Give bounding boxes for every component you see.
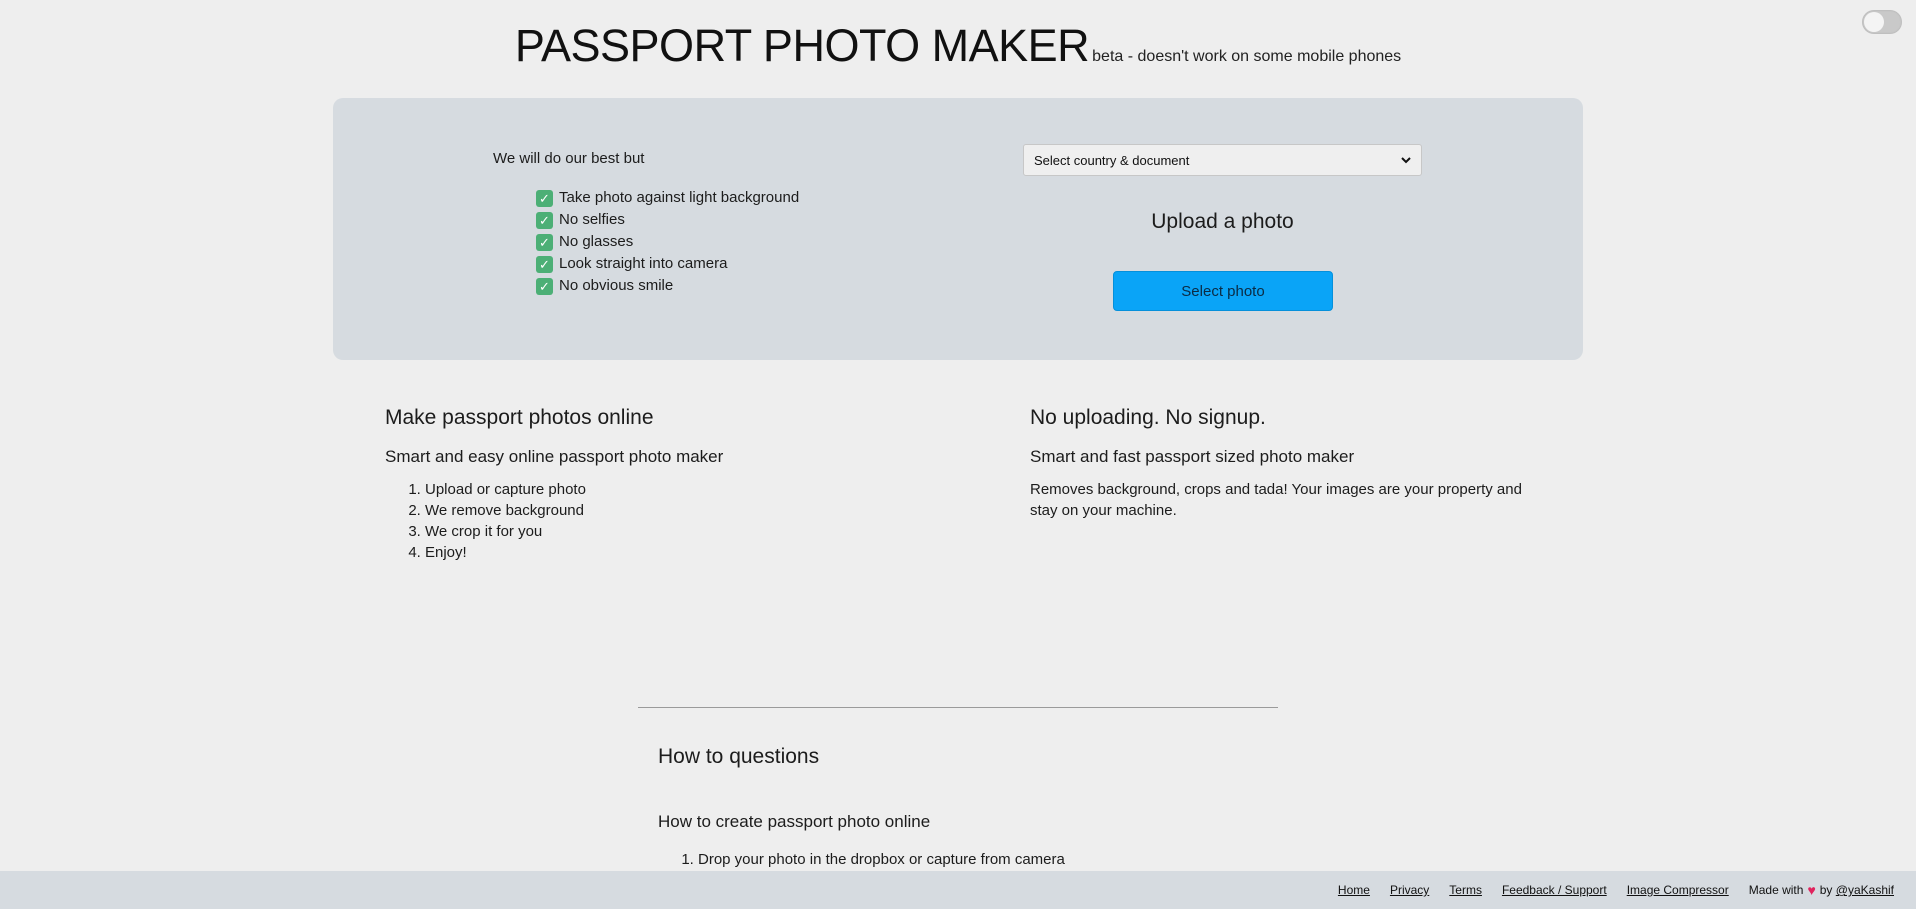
hero-panel: We will do our best but ✓ Take photo agai… (333, 98, 1583, 360)
footer-link-terms[interactable]: Terms (1449, 883, 1482, 897)
site-tagline: beta - doesn't work on some mobile phone… (1092, 48, 1402, 65)
chevron-down-icon (1401, 156, 1411, 163)
country-document-select[interactable]: Select country & document (1023, 144, 1422, 176)
footer: Home Privacy Terms Feedback / Support Im… (0, 871, 1916, 909)
checkmark-icon: ✓ (536, 189, 553, 207)
faq-steps: Drop your photo in the dropbox or captur… (658, 851, 1065, 868)
tip-item: ✓ Take photo against light background (536, 187, 799, 209)
heart-icon: ♥ (1807, 882, 1816, 898)
list-item: Enjoy! (425, 542, 905, 563)
right-info-heading: No uploading. No signup. (1030, 406, 1266, 429)
footer-link-privacy[interactable]: Privacy (1390, 883, 1429, 897)
list-item: Upload or capture photo (425, 479, 905, 500)
checkmark-icon: ✓ (536, 211, 553, 229)
header: PASSPORT PHOTO MAKER beta - doesn't work … (0, 20, 1916, 72)
steps-list: Upload or capture photo We remove backgr… (385, 479, 905, 563)
tip-item: ✓ No glasses (536, 231, 799, 253)
faq-title: How to questions (658, 745, 820, 768)
list-item: Drop your photo in the dropbox or captur… (698, 851, 1065, 868)
faq-question: How to create passport photo online (658, 812, 931, 831)
upload-title: Upload a photo (1151, 210, 1294, 233)
tip-item: ✓ No selfies (536, 209, 799, 231)
intro-text: We will do our best but (493, 150, 645, 167)
tip-item: ✓ Look straight into camera (536, 253, 799, 275)
footer-link-image-compressor[interactable]: Image Compressor (1627, 883, 1729, 897)
checkmark-icon: ✓ (536, 233, 553, 251)
list-item: We crop it for you (425, 521, 905, 542)
footer-link-home[interactable]: Home (1338, 883, 1370, 897)
author-link[interactable]: @yaKashif (1836, 883, 1894, 897)
country-document-select-value: Select country & document (1034, 152, 1190, 168)
divider (638, 707, 1278, 708)
made-with: Made with ♥ by @yaKashif (1748, 882, 1894, 898)
select-photo-label: Select photo (1181, 282, 1265, 300)
left-info-subheading: Smart and easy online passport photo mak… (385, 447, 724, 466)
checkmark-icon: ✓ (536, 255, 553, 273)
right-info-text: Removes background, crops and tada! Your… (1030, 481, 1522, 519)
right-info-subheading: Smart and fast passport sized photo make… (1030, 447, 1355, 466)
checkmark-icon: ✓ (536, 277, 553, 295)
list-item: We remove background (425, 500, 905, 521)
site-title: PASSPORT PHOTO MAKER (514, 20, 1090, 71)
footer-link-feedback[interactable]: Feedback / Support (1502, 883, 1607, 897)
left-info: Make passport photos online Smart and ea… (385, 406, 905, 563)
left-info-heading: Make passport photos online (385, 406, 654, 429)
right-info: No uploading. No signup. Smart and fast … (1030, 406, 1530, 521)
tips-list: ✓ Take photo against light background ✓ No… (536, 187, 799, 297)
select-photo-button[interactable]: Select photo (1113, 271, 1333, 311)
tip-item: ✓ No obvious smile (536, 275, 799, 297)
